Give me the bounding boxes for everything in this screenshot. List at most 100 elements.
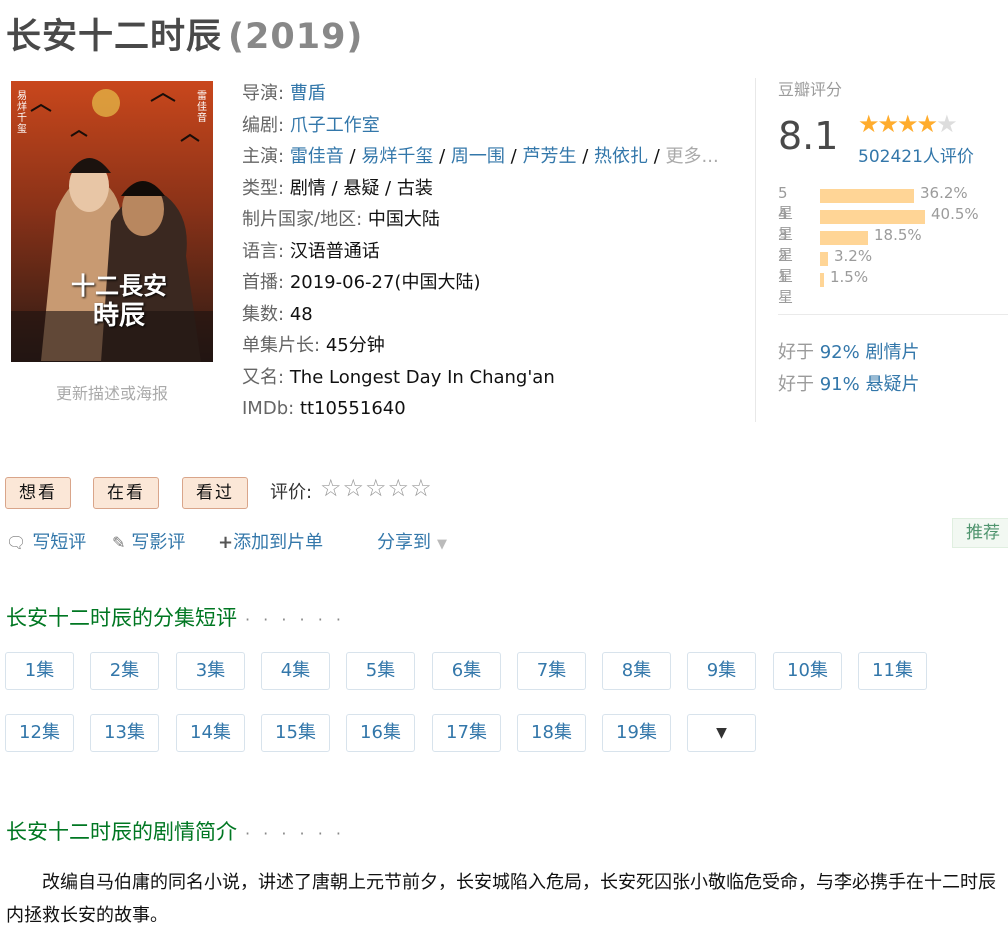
star-full-icon: ★ bbox=[897, 110, 918, 138]
episode-button[interactable]: 14集 bbox=[176, 714, 245, 752]
watched-button[interactable]: 看过 bbox=[182, 477, 248, 509]
page-title: 长安十二时辰 (2019) bbox=[6, 8, 363, 59]
genre-value: 剧情 / 悬疑 / 古装 bbox=[289, 177, 433, 199]
poster-logo: 十二長安 時辰 bbox=[71, 272, 167, 331]
rating-score: 8.1 bbox=[778, 114, 839, 158]
language-row: 语言: 汉语普通话 bbox=[242, 240, 380, 262]
episode-button[interactable]: 9集 bbox=[687, 652, 756, 690]
better-than: 好于 92% 剧情片 好于 91% 悬疑片 bbox=[778, 337, 919, 401]
pencil-icon: ✎ bbox=[112, 533, 126, 552]
episode-button[interactable]: 18集 bbox=[517, 714, 586, 752]
director-link[interactable]: 曹盾 bbox=[290, 83, 326, 104]
rating-bar-label: 1星 bbox=[778, 268, 794, 306]
episode-button[interactable]: 6集 bbox=[432, 652, 501, 690]
rating-label: 豆瓣评分 bbox=[778, 80, 843, 99]
recommend-button[interactable]: 推荐 bbox=[952, 518, 1008, 548]
episode-button[interactable]: 5集 bbox=[346, 652, 415, 690]
star-empty-icon: ★ bbox=[936, 110, 957, 138]
rating-bar-percent: 3.2% bbox=[834, 247, 873, 265]
write-review-link[interactable]: ✎ 写影评 bbox=[112, 528, 185, 554]
episode-button[interactable]: 1集 bbox=[5, 652, 74, 690]
episode-button[interactable]: 12集 bbox=[5, 714, 74, 752]
rating-bar bbox=[820, 273, 824, 287]
triangle-down-icon: ▼ bbox=[716, 725, 727, 741]
want-to-watch-button[interactable]: 想看 bbox=[5, 477, 71, 509]
episode-button[interactable]: 19集 bbox=[602, 714, 671, 752]
director-row: 导演: 曹盾 bbox=[242, 83, 326, 104]
better-than-row: 好于 91% 悬疑片 bbox=[778, 374, 920, 395]
imdb-row: IMDb: tt10551640 bbox=[242, 398, 406, 419]
watching-button[interactable]: 在看 bbox=[93, 477, 159, 509]
episode-more-button[interactable]: ▼ bbox=[687, 714, 756, 752]
episode-button[interactable]: 4集 bbox=[261, 652, 330, 690]
aka-row: 又名: The Longest Day In Chang'an bbox=[242, 366, 555, 388]
divider bbox=[755, 78, 756, 422]
add-to-list-link[interactable]: +添加到片单 bbox=[218, 528, 323, 554]
rate-label: 评价: bbox=[270, 482, 313, 503]
rating-bar-percent: 18.5% bbox=[874, 226, 922, 244]
star-outline-icon[interactable]: ☆ bbox=[343, 474, 366, 502]
episode-button[interactable]: 2集 bbox=[90, 652, 159, 690]
poster-cast-right: 雷佳音 bbox=[197, 91, 207, 124]
rating-bar bbox=[820, 252, 828, 266]
star-full-icon: ★ bbox=[916, 110, 938, 138]
cast-link[interactable]: 雷佳音 bbox=[290, 146, 344, 167]
cast-link[interactable]: 热依扎 bbox=[594, 146, 648, 167]
episodes-value: 48 bbox=[289, 303, 313, 325]
episodes-row: 集数: 48 bbox=[242, 303, 313, 325]
rate-stars[interactable]: ☆☆☆☆☆ bbox=[320, 474, 433, 502]
cast-link[interactable]: 周一围 bbox=[451, 146, 505, 167]
triangle-down-icon: ▼ bbox=[437, 537, 447, 552]
aka-value: The Longest Day In Chang'an bbox=[289, 366, 555, 388]
episode-button[interactable]: 16集 bbox=[346, 714, 415, 752]
update-poster-link[interactable]: 更新描述或海报 bbox=[11, 380, 213, 404]
episode-reviews-heading: 长安十二时辰的分集短评 · · · · · · bbox=[6, 606, 345, 630]
cast-row: 主演: 雷佳音 / 易烊千玺 / 周一围 / 芦芳生 / 热依扎 / 更多... bbox=[242, 146, 719, 167]
poster-cast-left: 易烊千玺 bbox=[17, 91, 27, 135]
write-short-review-link[interactable]: 🗨 写短评 bbox=[6, 528, 86, 554]
votes-link[interactable]: 502421人评价 bbox=[858, 142, 974, 167]
rating-bar-percent: 36.2% bbox=[920, 184, 968, 202]
episode-button[interactable]: 15集 bbox=[261, 714, 330, 752]
cast-link[interactable]: 易烊千玺 bbox=[361, 146, 433, 167]
episode-button[interactable]: 17集 bbox=[432, 714, 501, 752]
episode-button[interactable]: 8集 bbox=[602, 652, 671, 690]
title-year: (2019) bbox=[228, 17, 364, 57]
star-outline-icon[interactable]: ☆ bbox=[410, 474, 433, 502]
rating-panel: 豆瓣评分 8.1 ★★★★★ 502421人评价 5星 36.2% 4星 40.5% 3… bbox=[778, 76, 1008, 306]
better-than-row: 好于 92% 剧情片 bbox=[778, 342, 920, 363]
star-outline-icon[interactable]: ☆ bbox=[365, 474, 388, 502]
writer-link[interactable]: 爪子工作室 bbox=[290, 115, 380, 136]
star-outline-icon[interactable]: ☆ bbox=[320, 474, 343, 502]
episode-button[interactable]: 3集 bbox=[176, 652, 245, 690]
star-full-icon: ★ bbox=[858, 110, 879, 138]
better-than-link[interactable]: 91% 悬疑片 bbox=[820, 374, 920, 395]
premiere-value: 2019-06-27(中国大陆) bbox=[289, 272, 481, 293]
cast-more-link[interactable]: 更多... bbox=[666, 146, 719, 167]
better-than-link[interactable]: 92% 剧情片 bbox=[820, 342, 920, 363]
country-value: 中国大陆 bbox=[367, 209, 440, 230]
summary-heading: 长安十二时辰的剧情简介 · · · · · · bbox=[6, 820, 345, 844]
rating-bar bbox=[820, 189, 914, 203]
episode-button[interactable]: 13集 bbox=[90, 714, 159, 752]
premiere-row: 首播: 2019-06-27(中国大陆) bbox=[242, 272, 481, 293]
title-text: 长安十二时辰 bbox=[6, 17, 223, 57]
genre-row: 类型: 剧情 / 悬疑 / 古装 bbox=[242, 177, 433, 199]
writer-row: 编剧: 爪子工作室 bbox=[242, 114, 380, 136]
rating-bar-percent: 1.5% bbox=[830, 268, 869, 286]
episode-button[interactable]: 11集 bbox=[858, 652, 927, 690]
runtime-value: 45分钟 bbox=[325, 335, 385, 356]
star-outline-icon[interactable]: ☆ bbox=[388, 474, 411, 502]
share-dropdown[interactable]: 分享到 ▼ bbox=[377, 528, 447, 554]
info-block: 导演: 曹盾 编剧: 爪子工作室 主演: 雷佳音 / 易烊千玺 / 周一围 / … bbox=[242, 78, 719, 425]
summary-text: 改编自马伯庸的同名小说，讲述了唐朝上元节前夕，长安城陷入危局，长安死囚张小敬临危… bbox=[6, 872, 996, 926]
plus-icon: + bbox=[218, 532, 234, 553]
episode-button[interactable]: 7集 bbox=[517, 652, 586, 690]
poster-image[interactable]: 十二長安 時辰 易烊千玺 雷佳音 bbox=[11, 81, 213, 362]
divider bbox=[778, 314, 1008, 315]
rating-bar-percent: 40.5% bbox=[931, 205, 979, 223]
star-full-icon: ★ bbox=[877, 110, 899, 138]
episode-button[interactable]: 10集 bbox=[773, 652, 842, 690]
runtime-row: 单集片长: 45分钟 bbox=[242, 335, 385, 356]
cast-link[interactable]: 芦芳生 bbox=[522, 146, 576, 167]
